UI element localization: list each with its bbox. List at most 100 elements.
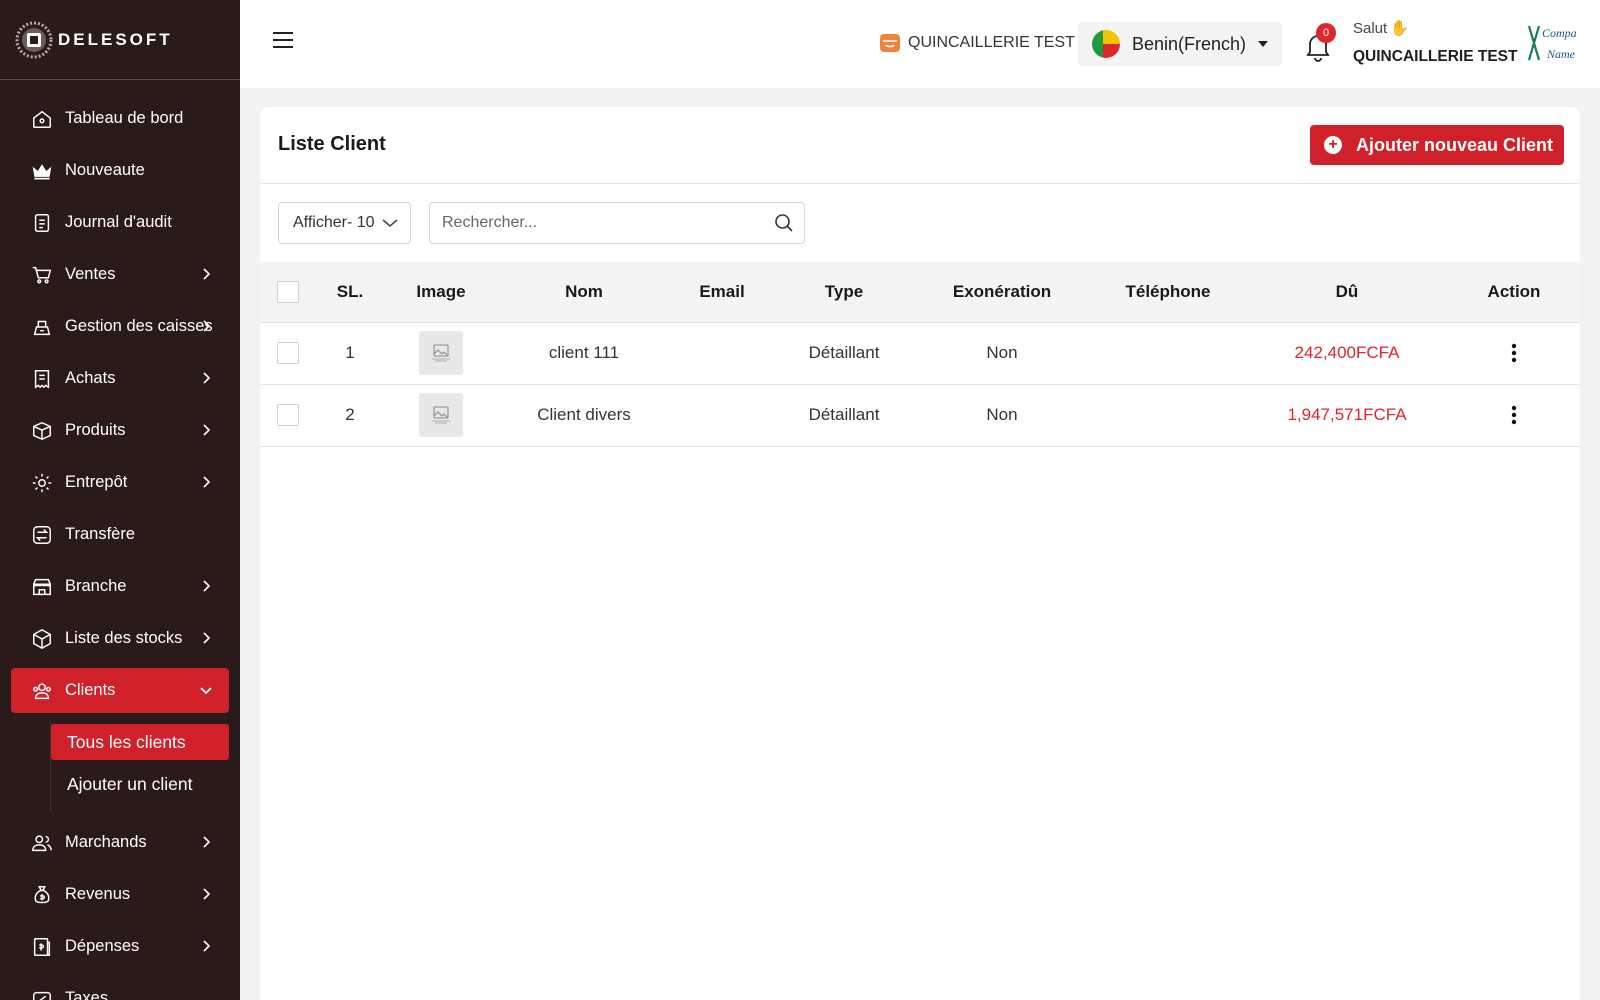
chevron-right-icon [203,424,211,436]
tax-icon [31,988,53,1000]
search-input[interactable] [429,202,805,244]
page-size-select[interactable]: Afficher- 10 [278,202,411,244]
top-header: QUINCAILLERIE TEST Benin(French) 0 Salut… [240,0,1600,88]
sidebar-item-nouveaute[interactable]: Nouveaute [11,148,229,193]
clipboard-icon [31,212,53,234]
waving-hand-icon: ✋ [1390,20,1409,37]
sidebar-item-ventes[interactable]: Ventes [11,252,229,297]
crown-icon [31,160,53,182]
store-icon [31,576,53,598]
sidebar-item-label: Gestion des caisses [65,317,213,335]
chevron-right-icon [203,632,211,644]
row-phone [1090,322,1246,385]
sidebar-item-label: Clients [65,681,116,699]
user-name[interactable]: QUINCAILLERIE TEST [1353,48,1517,66]
sidebar-item-achats[interactable]: Achats [11,356,229,401]
receipt-icon [31,368,53,390]
greeting-text: Salut [1353,19,1388,37]
row-due: 1,947,571FCFA [1246,384,1448,447]
sidebar-item-produits[interactable]: Produits [11,408,229,453]
company-logo-word-1: Company [1542,26,1577,40]
transfer-icon [31,524,53,546]
chevron-right-icon [203,940,211,952]
sidebar-item-transfere[interactable]: Transfère [11,512,229,557]
column-header-type[interactable]: Type [774,262,914,323]
search-icon[interactable] [774,213,794,233]
row-phone [1090,384,1246,447]
sidebar-item-label: Taxes [65,989,109,1000]
caret-down-icon [1258,41,1269,47]
sidebar-item-branche[interactable]: Branche [11,564,229,609]
client-list-card: Liste Client + Ajouter nouveau Client Af… [260,107,1580,1000]
submenu-item-tous-les-clients[interactable]: Tous les clients [51,724,229,760]
column-header-email[interactable]: Email [670,262,774,323]
notification-badge: 0 [1316,23,1336,43]
row-select-cell [260,384,316,447]
row-due: 242,400FCFA [1246,322,1448,385]
column-header-telephone[interactable]: Téléphone [1090,262,1246,323]
language-label: Benin(French) [1132,33,1247,54]
add-button-label: Ajouter nouveau Client [1356,134,1554,155]
table-row[interactable]: 2 Client divers Détaillant Non 1,947,571… [260,384,1580,447]
table-row[interactable]: 1 client 111 Détaillant Non 242,400FCFA [260,322,1580,385]
card-header: Liste Client + Ajouter nouveau Client [260,107,1580,184]
expense-receipt-icon [31,936,53,958]
chevron-down-icon [200,687,212,695]
chevron-right-icon [203,476,211,488]
delesoft-logo-icon [14,20,54,60]
sidebar-item-label: Marchands [65,833,147,851]
select-all-checkbox[interactable] [277,280,299,303]
brand[interactable]: DELESOFT [0,0,240,80]
row-checkbox[interactable] [277,342,299,364]
language-selector[interactable]: Benin(French) [1078,22,1282,66]
column-header-nom[interactable]: Nom [498,262,670,323]
table-body: 1 client 111 Détaillant Non 242,400FCFA … [260,322,1580,447]
company-logo-word-2: Name [1546,47,1576,61]
row-sl: 2 [316,384,384,447]
column-header-exoneration[interactable]: Exonération [914,262,1090,323]
row-action-cell [1448,384,1580,447]
store-icon [880,34,900,52]
sidebar-item-taxes[interactable]: Taxes [11,976,229,1000]
brand-name: DELESOFT [58,29,173,49]
row-exoneration: Non [914,322,1090,385]
sidebar-item-marchands[interactable]: Marchands [11,820,229,865]
chevron-right-icon [203,836,211,848]
clients-submenu: Tous les clients Ajouter un client [11,718,229,812]
chevron-right-icon [203,580,211,592]
chevron-right-icon [203,888,211,900]
sidebar-item-label: Produits [65,421,126,439]
sidebar-item-entrepot[interactable]: Entrepôt [11,460,229,505]
submenu-item-ajouter-un-client[interactable]: Ajouter un client [51,766,229,802]
add-new-client-button[interactable]: + Ajouter nouveau Client [1310,125,1564,165]
sidebar-item-journal-d-audit[interactable]: Journal d'audit [11,200,229,245]
page-title: Liste Client [278,133,386,155]
kebab-menu-icon[interactable] [1511,342,1517,364]
sidebar-item-depenses[interactable]: Dépenses [11,924,229,969]
sidebar-item-label: Ventes [65,265,116,283]
table-toolbar: Afficher- 10 [260,184,1580,262]
row-checkbox[interactable] [277,404,299,426]
column-header-du[interactable]: Dû [1246,262,1448,323]
kebab-menu-icon[interactable] [1511,404,1517,426]
sidebar-item-gestion-des-caisses[interactable]: Gestion des caisses [11,304,229,349]
sidebar-item-label: Entrepôt [65,473,128,491]
cart-icon [31,264,53,286]
sidebar-item-revenus[interactable]: Revenus [11,872,229,917]
store-indicator[interactable]: QUINCAILLERIE TEST [878,31,1075,55]
sidebar-item-label: Journal d'audit [65,213,172,231]
box-icon [31,420,53,442]
sidebar-item-liste-des-stocks[interactable]: Liste des stocks [11,616,229,661]
select-all-header [260,262,316,323]
row-type: Détaillant [774,322,914,385]
table-header-row: SL. Image Nom Email Type Exonération Tél… [260,262,1580,323]
sidebar-item-label: Transfère [65,525,135,543]
home-icon [31,108,53,130]
column-header-sl[interactable]: SL. [316,262,384,323]
column-header-image[interactable]: Image [384,262,498,323]
cube-icon [31,628,53,650]
sidebar-item-clients[interactable]: Clients [11,668,229,713]
hamburger-menu-icon[interactable] [272,31,294,49]
sidebar-item-label: Dépenses [65,937,140,955]
sidebar-item-tableau-de-bord[interactable]: Tableau de bord [11,96,229,141]
